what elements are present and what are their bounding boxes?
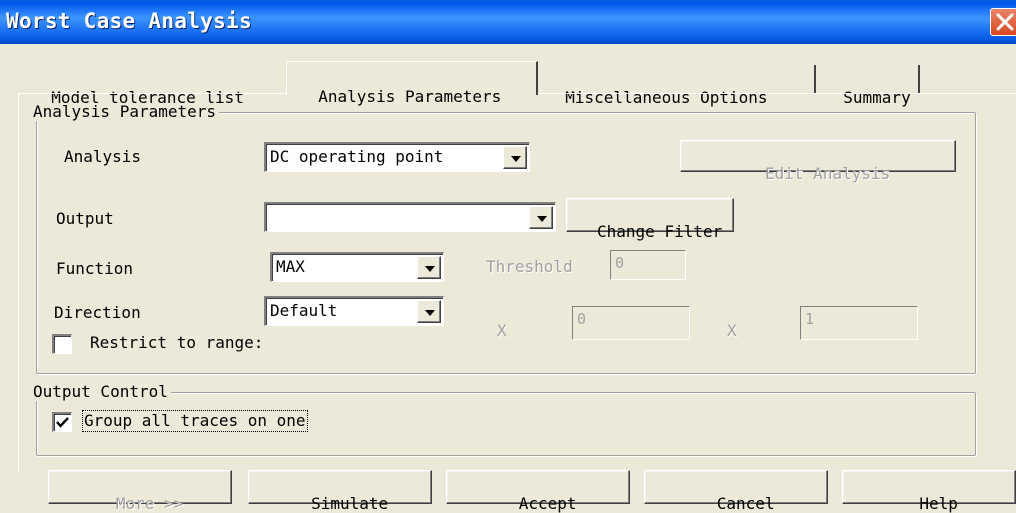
tab-model-tolerance-list[interactable]: Model tolerance list: [28, 65, 286, 107]
function-label: Function: [56, 259, 134, 278]
dropdown-button[interactable]: [417, 300, 441, 323]
range-x2-value: 1: [805, 310, 815, 328]
cancel-button[interactable]: Cancel: [644, 470, 828, 513]
group-traces-checkbox[interactable]: [52, 412, 72, 432]
threshold-field[interactable]: 0: [610, 250, 686, 280]
simulate-button[interactable]: Simulate: [248, 470, 432, 513]
dropdown-button[interactable]: [417, 256, 441, 279]
range-x1-value: 0: [577, 310, 587, 328]
change-filter-label: Change Filter: [597, 222, 723, 241]
threshold-value: 0: [615, 254, 625, 272]
chevron-down-icon: [537, 216, 547, 222]
function-select[interactable]: MAX: [270, 252, 444, 282]
output-label: Output: [56, 209, 114, 228]
output-control-legend: Output Control: [30, 383, 171, 401]
restrict-to-range-label[interactable]: Restrict to range:: [90, 334, 263, 352]
analysis-select[interactable]: DC operating point: [264, 142, 530, 172]
group-traces-label[interactable]: Group all traces on one: [82, 410, 308, 432]
close-icon: [996, 13, 1014, 31]
more-button[interactable]: More >>: [48, 470, 232, 513]
tab-analysis-parameters[interactable]: Analysis Parameters: [286, 61, 538, 106]
direction-select-value: Default: [270, 301, 338, 320]
help-label: Help: [919, 494, 958, 513]
accept-button[interactable]: Accept: [446, 470, 630, 513]
help-button[interactable]: Help: [842, 470, 1016, 513]
dropdown-button[interactable]: [529, 206, 553, 229]
window-title: Worst Case Analysis: [6, 9, 252, 33]
chevron-down-icon: [425, 310, 435, 316]
tab-summary[interactable]: Summary: [816, 65, 920, 107]
edit-analysis-label: Edit Analysis: [765, 164, 891, 183]
output-select[interactable]: [264, 202, 556, 232]
range-x1-field[interactable]: 0: [572, 306, 690, 340]
close-button[interactable]: [990, 8, 1016, 36]
analysis-label: Analysis: [64, 147, 142, 166]
function-select-value: MAX: [276, 257, 305, 276]
range-x2-field[interactable]: 1: [800, 306, 918, 340]
analysis-select-value: DC operating point: [270, 147, 444, 166]
range-x1-label: X: [497, 321, 507, 340]
change-filter-button[interactable]: Change Filter: [566, 198, 734, 241]
dropdown-button[interactable]: [503, 146, 527, 169]
checkmark-icon: [56, 417, 69, 428]
simulate-label: Simulate: [311, 494, 389, 513]
range-x2-label: X: [727, 321, 737, 340]
direction-select[interactable]: Default: [264, 296, 444, 326]
cancel-label: Cancel: [716, 494, 775, 513]
edit-analysis-button[interactable]: Edit Analysis: [680, 140, 956, 183]
chevron-down-icon: [425, 266, 435, 272]
restrict-to-range-checkbox[interactable]: [52, 334, 72, 354]
analysis-parameters-legend: Analysis Parameters: [30, 103, 220, 121]
tab-miscellaneous-options[interactable]: Miscellaneous Options: [538, 65, 816, 107]
chevron-down-icon: [511, 156, 521, 162]
more-label: More >>: [115, 494, 184, 513]
accept-label: Accept: [518, 494, 577, 513]
threshold-label: Threshold: [486, 257, 573, 276]
tab-label: Analysis Parameters: [318, 87, 502, 106]
direction-label: Direction: [54, 303, 141, 322]
